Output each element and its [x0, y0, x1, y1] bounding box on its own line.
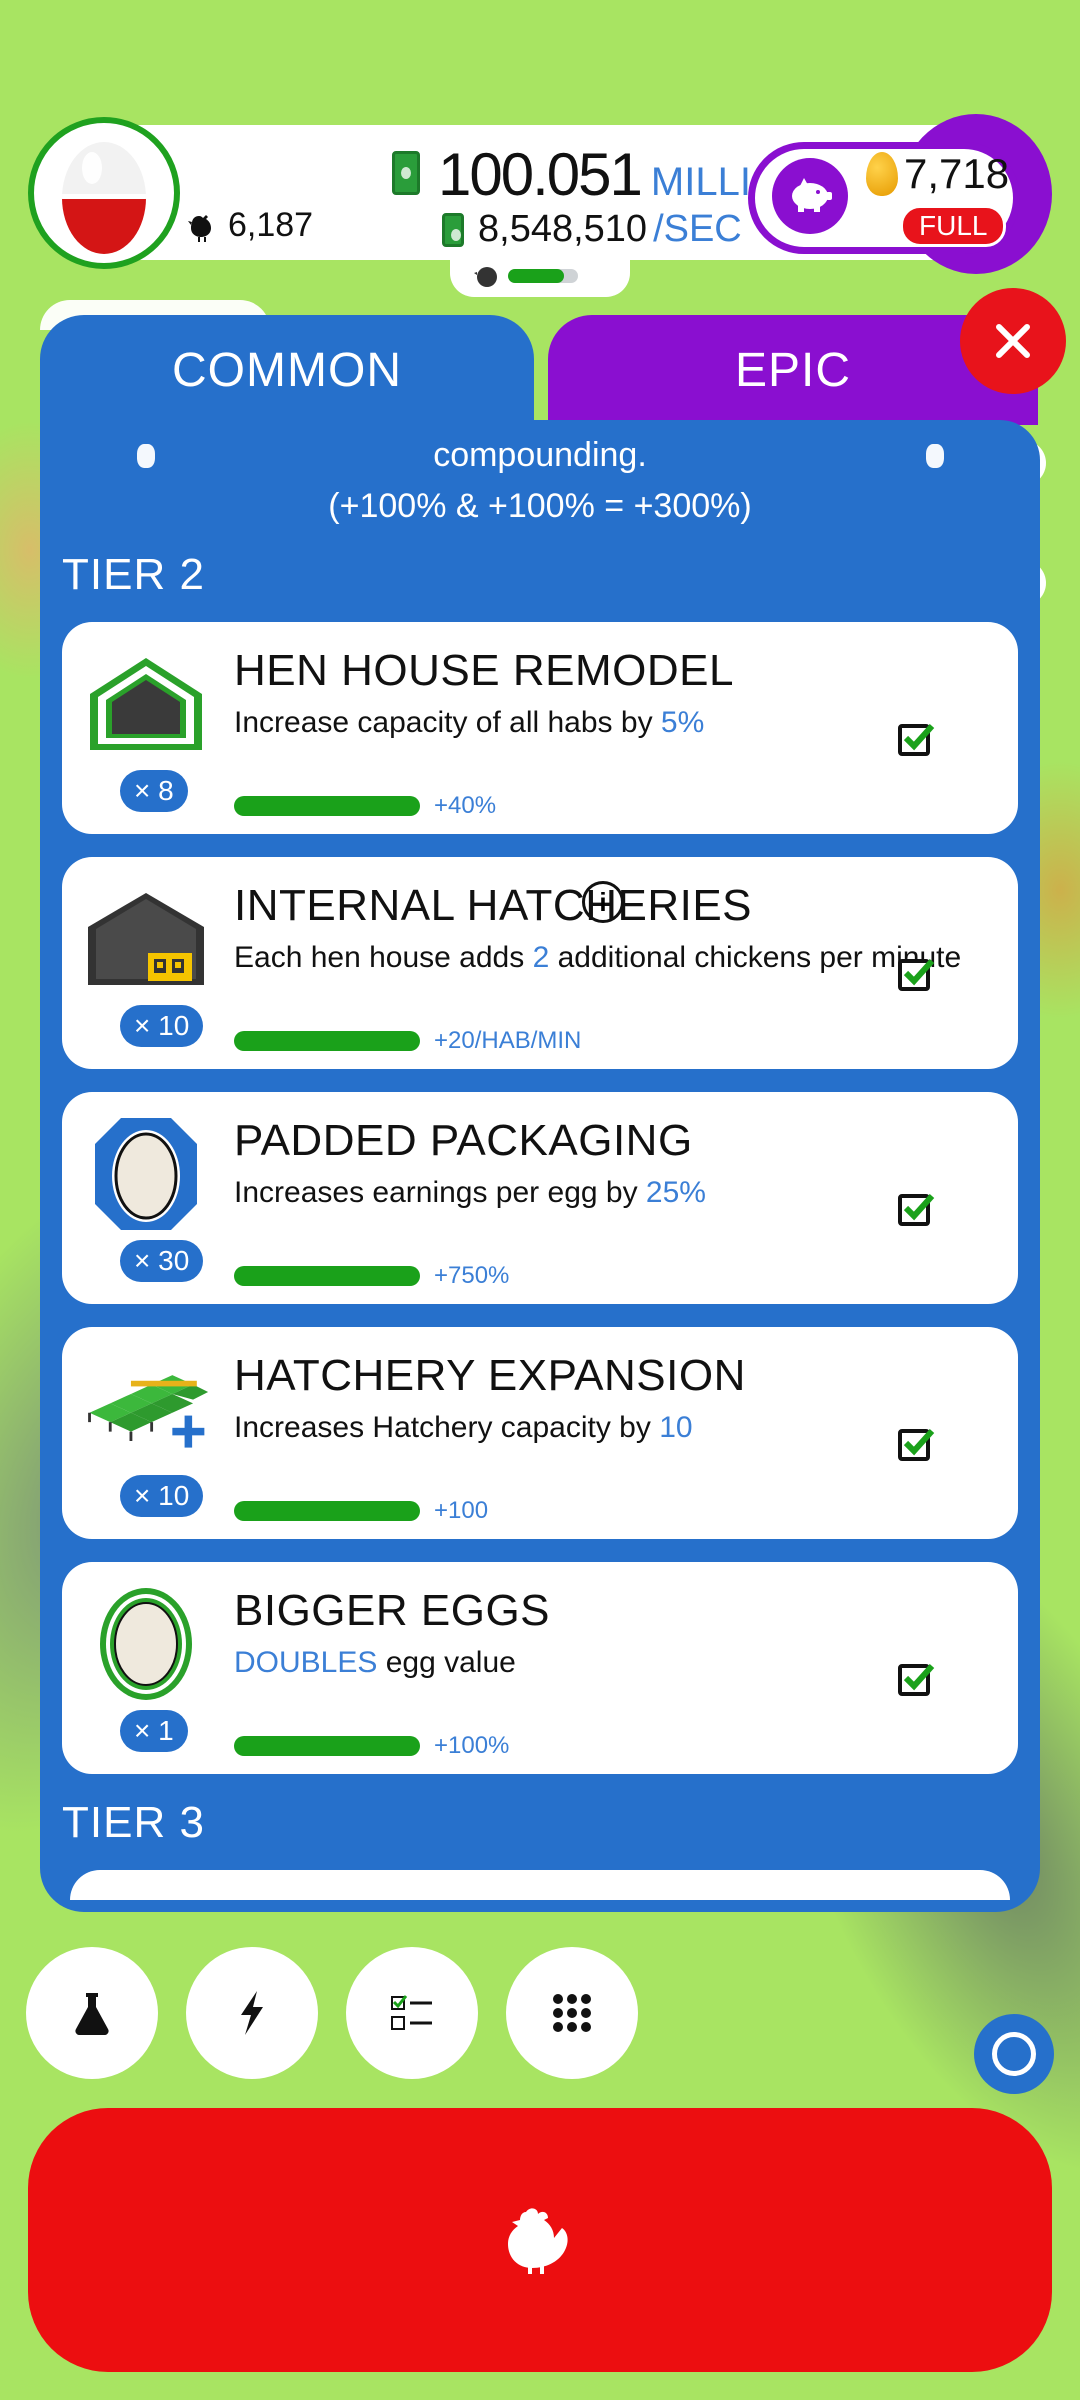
research-level-badge: × 1	[120, 1710, 188, 1752]
close-button[interactable]	[960, 288, 1066, 394]
golden-eggs: 7,718	[866, 150, 1009, 198]
research-title: BIGGER EGGS	[234, 1586, 551, 1635]
tip-line-1: compounding.	[433, 436, 647, 474]
checkmark-icon	[903, 1428, 935, 1456]
earning-rate-unit: /SEC	[653, 208, 742, 250]
research-progress-bar	[234, 796, 420, 816]
egg-icon	[62, 142, 146, 254]
research-progress-bar	[234, 1736, 420, 1756]
research-title: HATCHERY EXPANSION	[234, 1351, 746, 1400]
drone-target-button[interactable]	[974, 2014, 1054, 2094]
info-icon[interactable]: i	[582, 881, 624, 923]
research-progress-bar	[234, 1266, 420, 1286]
hatchery-expansion-icon	[82, 1349, 210, 1469]
farm-progress-tab[interactable]	[450, 255, 630, 297]
research-card-hen-house-remodel[interactable]: × 8 HEN HOUSE REMODEL Increase capacity …	[62, 622, 1018, 834]
research-level-badge: × 10	[120, 1475, 204, 1517]
bigger-egg-icon	[82, 1584, 210, 1704]
chicken-icon	[508, 2208, 568, 2274]
research-progress-bar	[234, 1501, 420, 1521]
purchased-checkbox	[898, 958, 935, 991]
research-description: Each hen house adds 2 additional chicken…	[234, 941, 962, 974]
piggy-full-badge: FULL	[900, 205, 1007, 247]
chicken-icon	[188, 214, 211, 242]
boosts-button[interactable]	[186, 1947, 318, 2079]
research-card-peek[interactable]	[70, 1870, 1010, 1900]
research-bonus: +20/HAB/MIN	[434, 1027, 582, 1054]
research-progress-bar	[234, 1031, 420, 1051]
research-card-bigger-eggs[interactable]: × 1 BIGGER EGGS DOUBLES egg value +100%	[62, 1562, 1018, 1774]
chicken-count: 6,187	[186, 206, 313, 245]
research-level-badge: × 10	[120, 1005, 204, 1047]
hatchery-house-icon	[82, 879, 210, 999]
current-egg-button[interactable]	[28, 117, 180, 269]
purchased-checkbox	[898, 1193, 935, 1226]
research-title: INTERNAL HATCHERIES	[234, 881, 753, 930]
research-description: Increase capacity of all habs by 5%	[234, 706, 705, 739]
hatch-chicken-button[interactable]	[28, 2108, 1052, 2372]
menu-button[interactable]	[506, 1947, 638, 2079]
research-button[interactable]	[26, 1947, 158, 2079]
menu-grid-icon	[553, 1994, 591, 2032]
purchased-checkbox	[898, 1663, 935, 1696]
golden-eggs-value: 7,718	[904, 150, 1010, 197]
tier-3-label: TIER 3	[62, 1798, 205, 1847]
earning-rate: 8,548,510/SEC	[442, 208, 742, 251]
tip-line-2: (+100% & +100% = +300%)	[328, 487, 752, 525]
golden-egg-icon	[866, 152, 898, 196]
research-description: Increases earnings per egg by 25%	[234, 1176, 706, 1209]
research-icon	[75, 1993, 109, 2035]
farm-progress-bar	[508, 269, 578, 283]
purchased-checkbox	[898, 723, 935, 756]
purchased-checkbox	[898, 1428, 935, 1461]
money-value: 100.051	[438, 141, 643, 208]
piggy-bank-icon	[792, 178, 832, 212]
research-bonus: +750%	[434, 1262, 510, 1289]
research-level-badge: × 8	[120, 770, 188, 812]
earning-rate-value: 8,548,510	[478, 208, 648, 250]
research-bonus: +100%	[434, 1732, 510, 1759]
ring-icon	[992, 2032, 1036, 2076]
checkmark-icon	[903, 723, 935, 751]
research-description: Increases Hatchery capacity by 10	[234, 1411, 693, 1444]
boost-icon	[241, 1991, 263, 2035]
missions-button[interactable]	[346, 1947, 478, 2079]
missions-icon	[391, 1995, 432, 2030]
cash-icon	[442, 212, 464, 247]
research-bonus: +40%	[434, 792, 497, 819]
checkmark-icon	[903, 958, 935, 986]
research-level-badge: × 30	[120, 1240, 204, 1282]
chick-icon	[474, 267, 497, 287]
close-icon	[996, 324, 1030, 358]
research-description: DOUBLES egg value	[234, 1646, 516, 1679]
tab-common[interactable]: COMMON	[40, 315, 534, 425]
padded-egg-icon	[82, 1114, 210, 1234]
research-title: PADDED PACKAGING	[234, 1116, 693, 1165]
research-title: HEN HOUSE REMODEL	[234, 646, 734, 695]
research-bonus: +100	[434, 1497, 489, 1524]
checkmark-icon	[903, 1193, 935, 1221]
hen-house-icon	[82, 644, 210, 764]
tier-2-label: TIER 2	[62, 550, 205, 599]
research-card-internal-hatcheries[interactable]: × 10 INTERNAL HATCHERIES i Each hen hous…	[62, 857, 1018, 1069]
cash-icon	[392, 151, 420, 195]
checkmark-icon	[903, 1663, 935, 1691]
chicken-count-value: 6,187	[228, 206, 314, 244]
research-card-padded-packaging[interactable]: × 30 PADDED PACKAGING Increases earnings…	[62, 1092, 1018, 1304]
research-card-hatchery-expansion[interactable]: × 10 HATCHERY EXPANSION Increases Hatche…	[62, 1327, 1018, 1539]
piggy-bank-button[interactable]	[772, 158, 848, 234]
tip-text: compounding. (+100% & +100% = +300%)	[40, 430, 1040, 526]
